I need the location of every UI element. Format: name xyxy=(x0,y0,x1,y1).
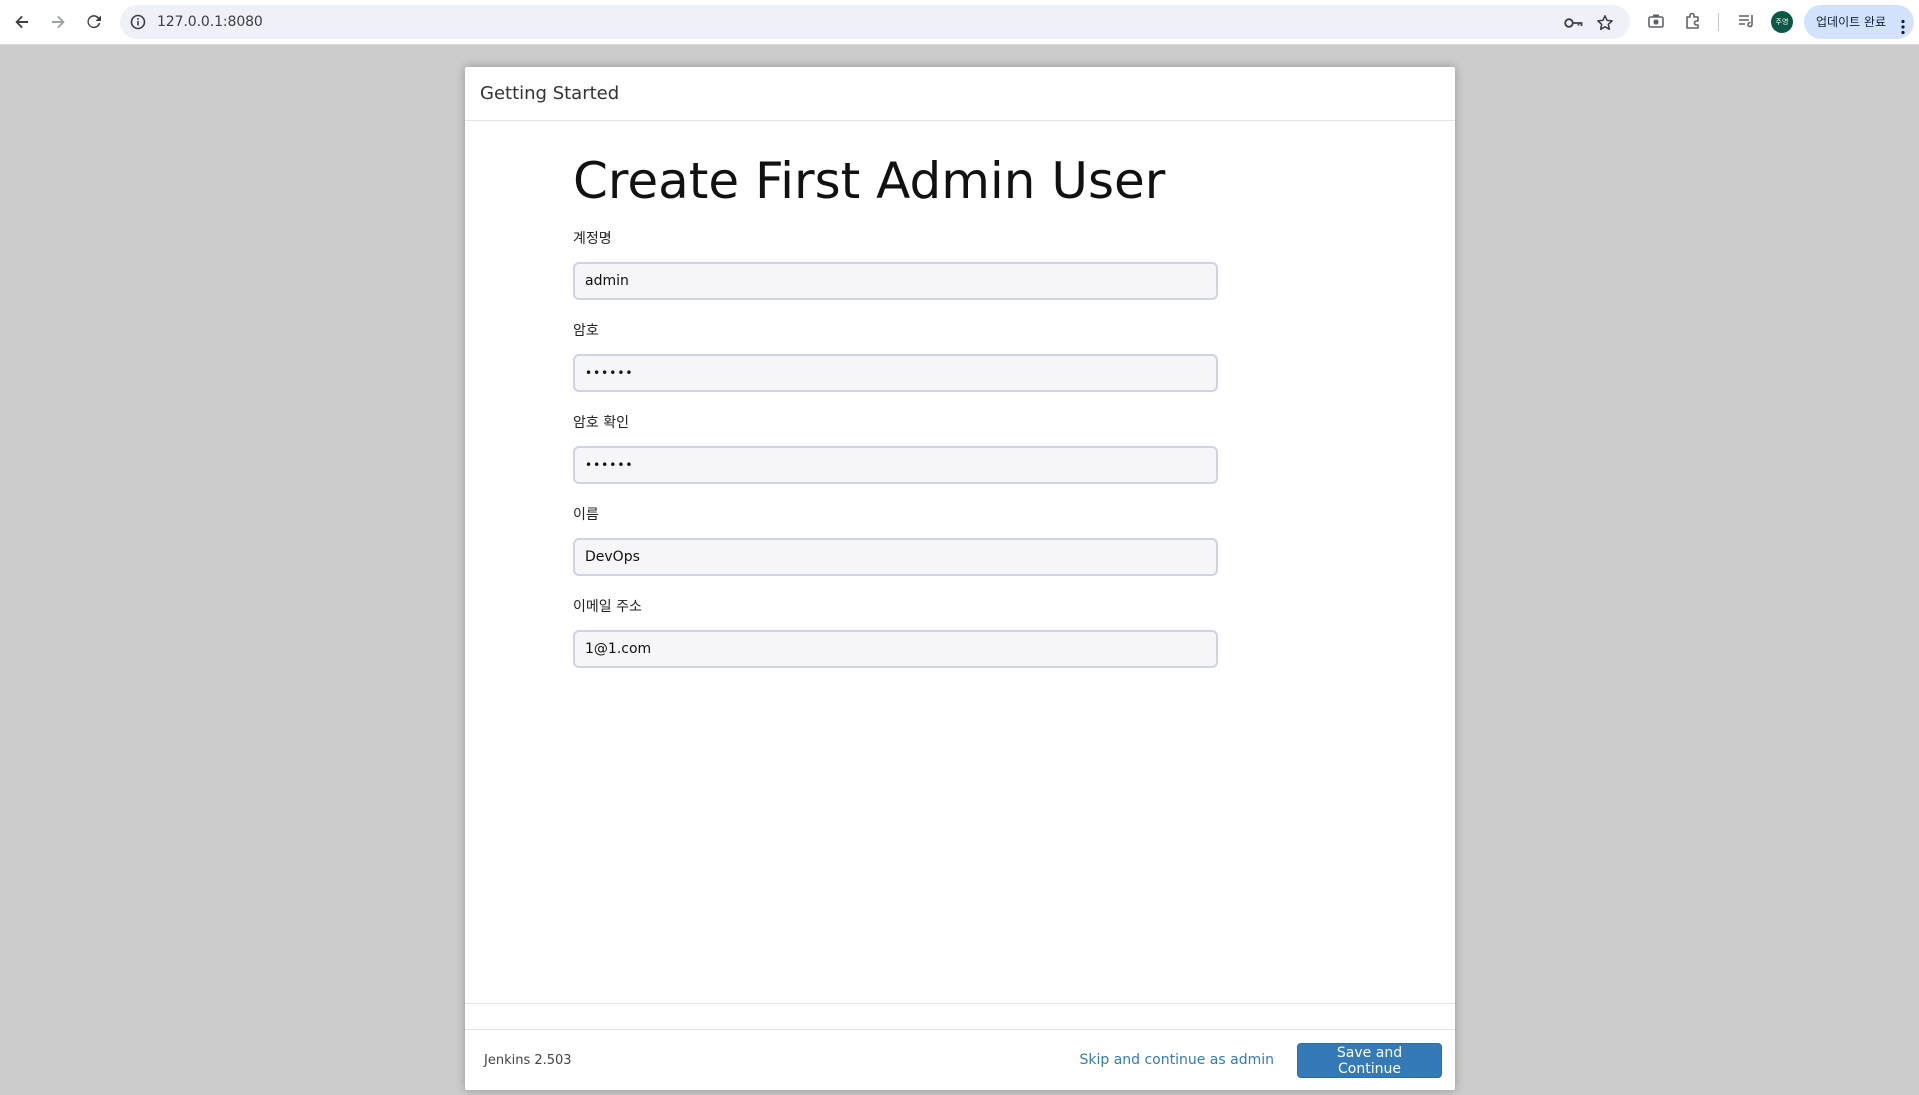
bookmark-star-icon[interactable] xyxy=(1596,14,1614,32)
password-label: 암호 xyxy=(573,323,599,339)
dialog-header: Getting Started xyxy=(465,67,1455,121)
setup-wizard-dialog: Getting Started Create First Admin User … xyxy=(465,67,1455,1090)
profile-avatar[interactable]: 주영 xyxy=(1771,11,1793,33)
username-input[interactable] xyxy=(573,262,1218,300)
screenshot-icon[interactable] xyxy=(1646,11,1666,31)
fullname-field-group: 이름 xyxy=(573,505,1218,576)
fullname-input[interactable] xyxy=(573,538,1218,576)
forward-icon[interactable] xyxy=(46,10,70,34)
dialog-footer: Jenkins 2.503 Skip and continue as admin… xyxy=(465,1029,1455,1090)
email-field-group: 이메일 주소 xyxy=(573,597,1218,668)
fullname-label: 이름 xyxy=(573,507,599,523)
page-title: Create First Admin User xyxy=(573,152,1166,210)
extensions-icon[interactable] xyxy=(1683,11,1703,31)
save-continue-button[interactable]: Save and Continue xyxy=(1297,1043,1442,1078)
back-icon[interactable] xyxy=(10,10,34,34)
email-input[interactable] xyxy=(573,630,1218,668)
password-confirm-label: 암호 확인 xyxy=(573,415,629,431)
more-vert-icon[interactable] xyxy=(1901,14,1905,35)
admin-user-form: Create First Admin User 계정명 암호 암호 확인 이름 … xyxy=(573,151,1218,689)
dialog-body: Create First Admin User 계정명 암호 암호 확인 이름 … xyxy=(465,121,1455,1004)
username-field-group: 계정명 xyxy=(573,229,1218,300)
update-label: 업데이트 완료 xyxy=(1816,15,1887,29)
password-input[interactable] xyxy=(573,354,1218,392)
browser-toolbar: 127.0.0.1:8080 주영 업데이트 완료 xyxy=(0,0,1919,45)
address-bar[interactable]: 127.0.0.1:8080 xyxy=(120,5,1630,39)
password-key-icon[interactable] xyxy=(1563,14,1583,32)
url-text: 127.0.0.1:8080 xyxy=(157,14,263,30)
password-field-group: 암호 xyxy=(573,321,1218,392)
toolbar-divider xyxy=(1718,13,1719,31)
dialog-header-title: Getting Started xyxy=(480,83,620,104)
password-confirm-input[interactable] xyxy=(573,446,1218,484)
email-label: 이메일 주소 xyxy=(573,599,642,615)
username-label: 계정명 xyxy=(573,231,612,247)
reload-icon[interactable] xyxy=(82,10,106,34)
reading-list-icon[interactable] xyxy=(1736,11,1756,31)
jenkins-version: Jenkins 2.503 xyxy=(484,1053,572,1068)
password-confirm-field-group: 암호 확인 xyxy=(573,413,1218,484)
update-button[interactable]: 업데이트 완료 xyxy=(1804,5,1914,39)
skip-continue-link[interactable]: Skip and continue as admin xyxy=(1079,1030,1274,1091)
site-info-icon[interactable] xyxy=(129,13,147,31)
